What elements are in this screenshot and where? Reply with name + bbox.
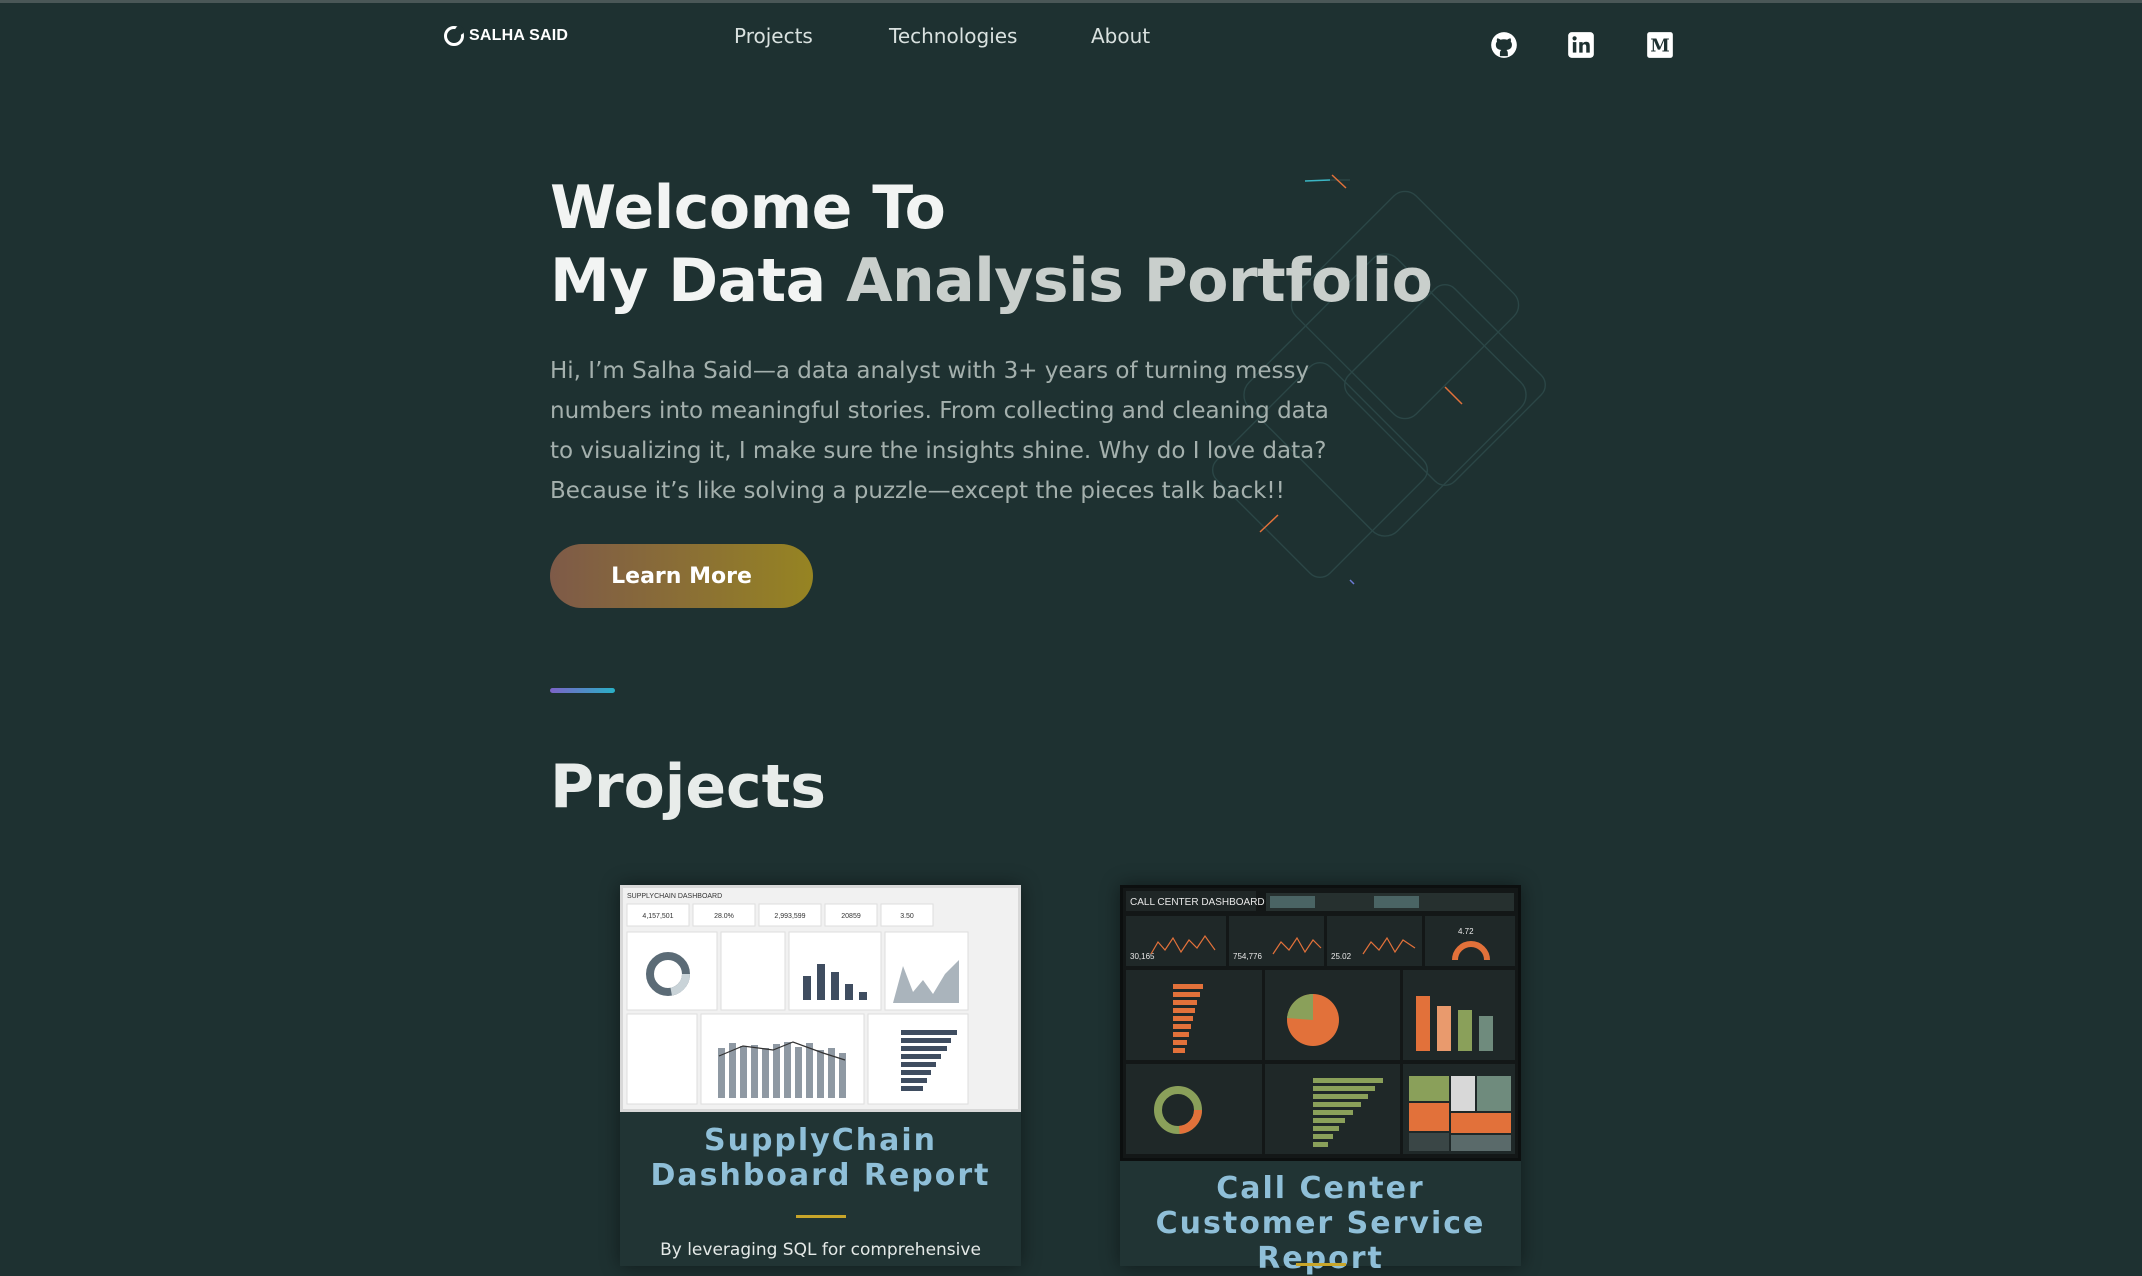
thumb-header: SUPPLYCHAIN DASHBOARD	[627, 893, 722, 900]
supplychain-dashboard-thumbnail[interactable]: SUPPLYCHAIN DASHBOARD 4,157,501 28.0% 2,…	[620, 885, 1021, 1112]
top-border	[0, 0, 2142, 3]
thumb-header-dark: CALL CENTER DASHBOARD	[1130, 897, 1265, 908]
thumb-kpi-dark-4: 4.72	[1458, 927, 1474, 936]
logo-icon	[444, 26, 464, 46]
card-title-rule	[796, 1215, 846, 1218]
project-card-title[interactable]: SupplyChain Dashboard Report	[620, 1123, 1021, 1193]
medium-icon[interactable]: M	[1645, 30, 1675, 60]
thumb-kpi-2: 28.0%	[714, 913, 734, 920]
thumb-kpi-dark-2: 754,776	[1233, 952, 1262, 961]
project-card-excerpt: By leveraging SQL for comprehensive	[660, 1240, 981, 1260]
learn-more-button[interactable]: Learn More	[550, 544, 813, 608]
hero-title-line2: My Data Analysis Portfolio	[550, 245, 1433, 318]
hero-title-line1: Welcome To	[550, 173, 946, 243]
logo-text: SALHA SAID	[469, 27, 569, 44]
section-accent-bar	[550, 688, 615, 693]
linkedin-icon[interactable]	[1566, 30, 1596, 60]
logo[interactable]: SALHA SAID	[444, 26, 568, 46]
thumb-kpi-5: 3.50	[900, 913, 914, 920]
nav-link-about[interactable]: About	[1091, 24, 1150, 48]
github-icon[interactable]	[1489, 30, 1519, 60]
hero-description: Hi, I’m Salha Said—a data analyst with 3…	[550, 358, 1329, 504]
nav-link-projects[interactable]: Projects	[734, 24, 813, 48]
project-card-callcenter[interactable]: CALL CENTER DASHBOARD 30,165 754,776 25.…	[1120, 885, 1521, 1276]
callcenter-dashboard-graphic: CALL CENTER DASHBOARD 30,165 754,776 25.…	[1126, 891, 1515, 1154]
callcenter-dashboard-thumbnail[interactable]: CALL CENTER DASHBOARD 30,165 754,776 25.…	[1120, 885, 1521, 1161]
projects-section-title: Projects	[550, 752, 827, 822]
project-card-supplychain[interactable]: SUPPLYCHAIN DASHBOARD 4,157,501 28.0% 2,…	[620, 885, 1021, 1266]
thumb-kpi-dark-3: 25.02	[1331, 952, 1352, 961]
project-card-title[interactable]: Call Center Customer Service Report	[1120, 1171, 1521, 1276]
thumb-kpi-4: 20859	[841, 913, 861, 920]
hero-title: Welcome To My Data Analysis Portfolio	[550, 172, 1433, 318]
nav-link-technologies[interactable]: Technologies	[889, 24, 1017, 48]
medium-icon-letter: M	[1650, 36, 1669, 56]
supplychain-dashboard-graphic: SUPPLYCHAIN DASHBOARD 4,157,501 28.0% 2,…	[626, 893, 969, 1105]
thumb-kpi-3: 2,993,599	[774, 913, 805, 920]
hero-title-line2-b: Analysis Portfolio	[846, 246, 1433, 316]
hero-title-line2-a: My Data	[550, 246, 826, 316]
thumb-kpi-1: 4,157,501	[642, 913, 673, 920]
